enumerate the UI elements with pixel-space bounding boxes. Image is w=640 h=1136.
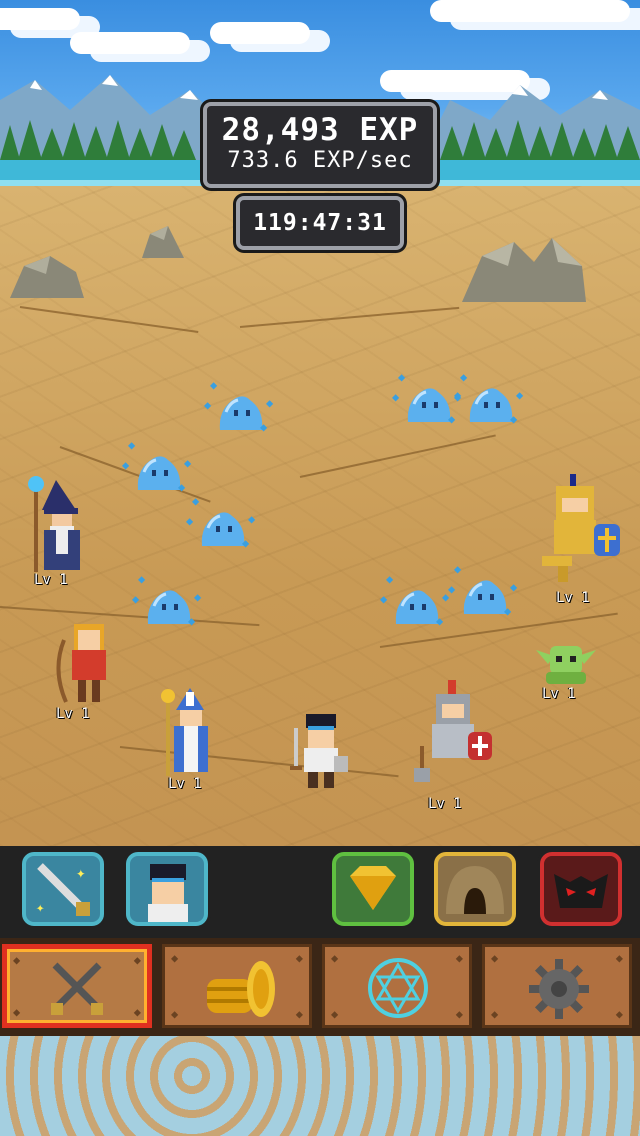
cloud — [70, 32, 190, 54]
slime-enemy[interactable] — [198, 508, 248, 548]
crack — [0, 606, 260, 627]
hero-skill-button[interactable] — [126, 852, 208, 926]
sparkle-icon: ◆ — [448, 582, 456, 596]
slime-enemy[interactable] — [460, 576, 510, 616]
river-decoration — [0, 1036, 640, 1136]
sparkle-icon: ◆ — [454, 562, 462, 576]
sparkle-icon: ◆ — [242, 536, 250, 550]
slime-enemy[interactable] — [392, 586, 442, 626]
sparkle-icon: ◆ — [504, 604, 512, 618]
crack — [19, 306, 199, 334]
slime-enemy[interactable] — [134, 452, 184, 492]
knight-hero[interactable] — [414, 680, 496, 790]
main-hero[interactable] — [290, 712, 350, 790]
cloud — [430, 0, 630, 22]
sparkle-icon: ◆ — [460, 370, 468, 384]
sparkle-icon: ◆ — [122, 458, 130, 472]
sparkle-icon: ◆ — [392, 390, 400, 404]
sparkle-icon: ◆ — [516, 388, 524, 402]
crack — [299, 434, 496, 478]
crossed-swords-icon — [51, 962, 103, 1015]
rock — [462, 238, 586, 302]
cave-button[interactable] — [434, 852, 516, 926]
sparkle-icon: ◆ — [192, 494, 200, 508]
sparkle-icon: ◆ — [128, 438, 136, 452]
sparkle-sword-icon: ✦✦ — [36, 863, 90, 916]
slime-enemy[interactable] — [466, 384, 516, 424]
hero-level-label: Lv 1 — [56, 706, 90, 722]
sparkle-icon: ◆ — [266, 396, 274, 410]
archer-hero[interactable] — [56, 620, 122, 710]
boss-button[interactable] — [540, 852, 622, 926]
sparkle-icon: ◆ — [210, 378, 218, 392]
paladin-hero[interactable] — [540, 474, 622, 586]
goblin-hero[interactable] — [536, 638, 596, 686]
slime-enemy[interactable] — [144, 586, 194, 626]
crack — [239, 306, 460, 328]
tab-battle[interactable]: ◆ ◆ ◆ ◆ — [2, 944, 152, 1028]
sparkle-icon: ◆ — [386, 572, 394, 586]
sparkle-icon: ◆ — [260, 420, 268, 434]
hero-level-label: Lv 1 — [556, 590, 590, 606]
exp-panel: 28,493 EXP 733.6 EXP/sec — [203, 102, 437, 188]
rock — [142, 226, 184, 258]
hexagram-icon — [368, 958, 428, 1018]
sparkle-icon: ◆ — [448, 412, 456, 426]
slime-enemy[interactable] — [404, 384, 454, 424]
game-screen: 28,493 EXP 733.6 EXP/sec 119:47:31 ◆ ◆ ◆ ◆ ◆… — [0, 0, 640, 1136]
tab-gold[interactable]: ◆ ◆ ◆ ◆ — [162, 944, 312, 1028]
slime-enemy[interactable] — [216, 392, 266, 432]
svg-text:✦: ✦ — [36, 900, 45, 916]
cloud — [0, 8, 80, 30]
sparkle-icon: ◆ — [248, 512, 256, 526]
exp-total: 28,493 EXP — [221, 112, 419, 148]
sparkle-icon: ◆ — [188, 614, 196, 628]
sparkle-icon: ◆ — [510, 580, 518, 594]
sparkle-icon: ◆ — [186, 514, 194, 528]
gear-icon — [529, 959, 589, 1019]
tab-magic[interactable]: ◆ ◆ ◆ ◆ — [322, 944, 472, 1028]
sparkle-icon: ◆ — [194, 590, 202, 604]
timer-panel: 119:47:31 — [236, 196, 404, 250]
hero-portrait-icon — [148, 864, 188, 922]
hero-level-label: Lv 1 — [542, 686, 576, 702]
cave-icon — [446, 866, 504, 914]
cloud — [210, 22, 310, 44]
bottom-tab-bar: ◆ ◆ ◆ ◆ ◆ ◆ ◆ ◆ ◆ ◆ ◆ ◆ ◆ ◆ ◆ ◆ — [0, 938, 640, 1036]
sparkle-icon: ◆ — [436, 614, 444, 628]
sparkle-icon: ◆ — [138, 572, 146, 586]
sword-skill-button[interactable]: ✦ ✦ — [22, 852, 104, 926]
demon-icon — [554, 874, 608, 908]
countdown-timer: 119:47:31 — [253, 210, 387, 236]
sparkle-icon: ◆ — [380, 592, 388, 606]
svg-text:✦: ✦ — [76, 863, 86, 882]
sparkle-icon: ◆ — [398, 370, 406, 384]
sparkle-icon: ◆ — [454, 390, 462, 404]
sparkle-icon: ◆ — [178, 480, 186, 494]
exp-rate: 733.6 EXP/sec — [227, 148, 413, 173]
wizard-hero[interactable] — [16, 474, 92, 574]
sparkle-icon: ◆ — [204, 398, 212, 412]
hero-level-label: Lv 1 — [168, 776, 202, 792]
sparkle-icon: ◆ — [132, 592, 140, 606]
gem-icon — [350, 866, 396, 910]
hero-level-label: Lv 1 — [428, 796, 462, 812]
rock — [10, 256, 84, 298]
sparkle-icon: ◆ — [184, 456, 192, 470]
priest-hero[interactable] — [156, 688, 224, 778]
gem-shop-button[interactable] — [332, 852, 414, 926]
sparkle-icon: ◆ — [510, 412, 518, 426]
tab-settings[interactable]: ◆ ◆ ◆ ◆ — [482, 944, 632, 1028]
hero-level-label: Lv 1 — [34, 572, 68, 588]
gold-coins-icon — [207, 961, 275, 1017]
